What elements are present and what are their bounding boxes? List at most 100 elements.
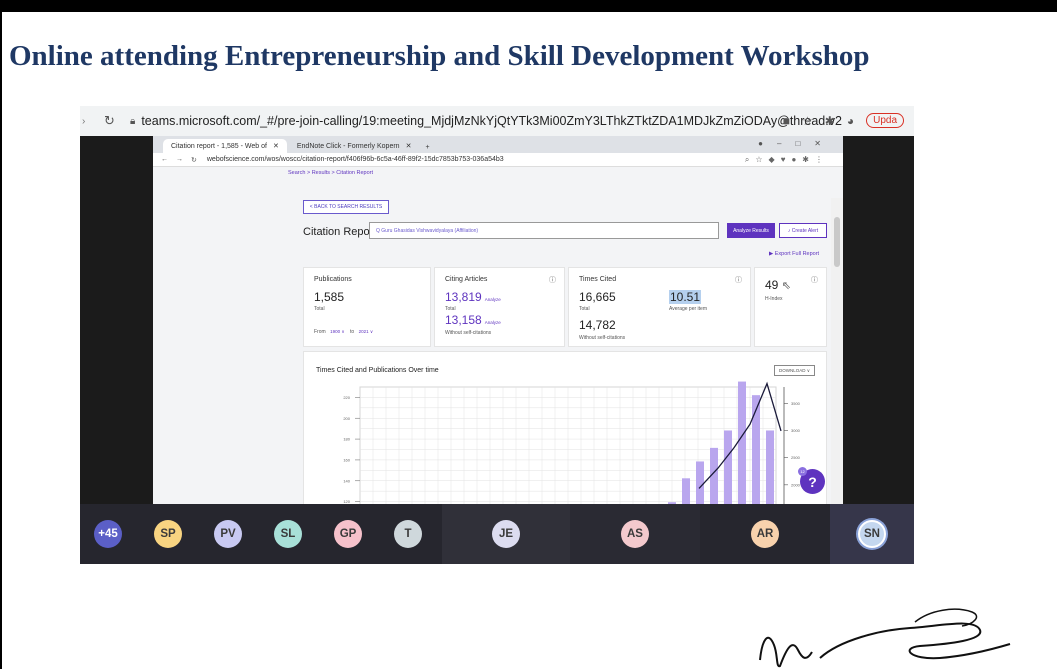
participant-tile: SN: [830, 504, 914, 564]
page-title: Citation Report: [303, 226, 377, 238]
extension-icon[interactable]: ◕: [847, 114, 854, 128]
h-index-number: 49: [765, 278, 779, 292]
citing-articles-label: Citing Articles: [445, 276, 488, 283]
inner-extension-icons[interactable]: ⌕☆◆♥●✱⋮: [745, 155, 829, 165]
update-button[interactable]: Upda: [866, 113, 904, 128]
participant-tile: AS: [570, 504, 700, 564]
to-year-select[interactable]: 2021 ∨: [359, 329, 374, 334]
y-left-tick-label: 160: [343, 457, 350, 462]
y-left-tick-label: 200: [343, 416, 350, 421]
times-cited-without-self-value: 14,782: [579, 318, 616, 332]
tab-endnote-click[interactable]: EndNote Click - Formerly Kopern ✕: [289, 139, 420, 153]
citing-without-self-sub: Without self-citations: [445, 330, 492, 336]
shared-screen: Citation report - 1,585 - Web of ✕ EndNot…: [153, 136, 843, 504]
forward-arrow-icon[interactable]: →: [176, 156, 183, 163]
h-index-card: 49 ⇖ H-Index ⓘ: [754, 267, 827, 347]
times-cited-card: Times Cited ⓘ 16,665 Total 10.51 Average…: [568, 267, 751, 347]
info-icon[interactable]: ⓘ: [735, 275, 742, 285]
camera-icon[interactable]: ■: [783, 114, 790, 128]
publications-label: Publications: [314, 276, 352, 283]
slide-left-border: [0, 12, 2, 669]
average-value: 10.51: [669, 290, 702, 304]
citation-report-page: Search > Results > Citation Report < BAC…: [153, 167, 843, 504]
meeting-screenshot: › ↻ 🔒︎ teams.microsoft.com/_#/pre-join-c…: [80, 106, 914, 564]
tab-citation-report[interactable]: Citation report - 1,585 - Web of ✕: [163, 139, 287, 153]
analyze-link[interactable]: Analyze: [485, 320, 501, 325]
slide-title: Online attending Entrepreneurship and Sk…: [9, 40, 870, 72]
close-icon[interactable]: ✕: [406, 143, 412, 150]
analyze-link[interactable]: Analyze: [485, 297, 501, 302]
participant-avatar[interactable]: JE: [492, 520, 520, 548]
y-right-tick-label: 3000: [791, 428, 801, 433]
reload-icon[interactable]: ↻: [191, 156, 197, 164]
participant-avatar[interactable]: SN: [858, 520, 886, 548]
help-badge: 12: [798, 467, 807, 476]
bar: [766, 430, 774, 504]
y-left-tick-label: 220: [343, 395, 350, 400]
year-range: From 1900 ∨ to 2021 ∨: [314, 329, 373, 335]
cursor-icon: ⇖: [781, 280, 791, 292]
citing-without-self-value[interactable]: 13,158 Analyze: [445, 313, 501, 327]
from-label: From: [314, 329, 326, 335]
participant-avatar[interactable]: SL: [274, 520, 302, 548]
breadcrumb[interactable]: Search > Results > Citation Report: [288, 170, 373, 176]
participant-avatar[interactable]: SP: [154, 520, 182, 548]
participant-avatar[interactable]: AR: [751, 520, 779, 548]
times-cited-without-self-sub: Without self-citations: [579, 335, 626, 341]
search-input[interactable]: Q Guru Ghasidas Vishwavidyalaya (Affilia…: [369, 222, 719, 239]
inner-tab-strip: Citation report - 1,585 - Web of ✕ EndNot…: [153, 136, 843, 153]
close-icon[interactable]: ✕: [273, 143, 279, 150]
participant-strip: +45 SP PV SL GP T JE AS AR SN: [80, 504, 914, 564]
from-year-select[interactable]: 1900 ∨: [330, 329, 345, 334]
y-right-tick-label: 2500: [791, 455, 801, 460]
participant-avatar[interactable]: +45: [94, 520, 122, 548]
outer-url[interactable]: teams.microsoft.com/_#/pre-join-calling/…: [141, 114, 842, 128]
slide-top-border: [0, 0, 1057, 12]
participant-avatar[interactable]: GP: [334, 520, 362, 548]
average-per-item-sub: Average per item: [669, 306, 707, 312]
reload-icon[interactable]: ↻: [104, 113, 122, 129]
publications-sub: Total: [314, 306, 325, 312]
participant-avatar[interactable]: AS: [621, 520, 649, 548]
times-cited-chart: 1201401601802002202000250030003500: [343, 381, 801, 504]
times-cited-chart-card: Times Cited and Publications Over time D…: [303, 351, 827, 504]
bar: [696, 461, 704, 504]
create-alert-button[interactable]: ♪ Create Alert: [779, 223, 827, 238]
lock-icon: 🔒︎: [130, 115, 136, 127]
participant-avatar[interactable]: T: [394, 520, 422, 548]
tab-label: Citation report - 1,585 - Web of: [171, 143, 267, 150]
times-cited-label: Times Cited: [579, 276, 617, 283]
back-to-results-button[interactable]: < BACK TO SEARCH RESULTS: [303, 200, 389, 214]
inner-address-bar: ← → ↻ webofscience.com/wos/woscc/citatio…: [153, 153, 843, 167]
back-arrow-icon[interactable]: ←: [161, 156, 168, 163]
tab-label: EndNote Click - Formerly Kopern: [296, 143, 400, 150]
analyze-results-button[interactable]: Analyze Results: [727, 223, 775, 238]
participant-tile: JE: [442, 504, 570, 564]
window-controls[interactable]: ●–□✕: [758, 139, 835, 148]
bar: [682, 478, 690, 504]
export-full-report-link[interactable]: ▶ Export Full Report: [769, 251, 819, 257]
h-index-value: 49 ⇖: [765, 278, 791, 292]
new-tab-icon[interactable]: +: [425, 144, 429, 153]
inner-url[interactable]: webofscience.com/wos/woscc/citation-repo…: [207, 156, 504, 163]
citing-without-self: 13,158: [445, 313, 482, 327]
participant-avatar[interactable]: PV: [214, 520, 242, 548]
citing-articles-sub: Total: [445, 306, 456, 312]
forward-arrow-icon[interactable]: ›: [82, 116, 94, 127]
outer-browser-bar: › ↻ 🔒︎ teams.microsoft.com/_#/pre-join-c…: [80, 106, 914, 136]
times-cited-value: 16,665: [579, 290, 616, 304]
info-icon[interactable]: ⓘ: [811, 275, 818, 285]
average-per-item-value: 10.51: [669, 290, 702, 304]
citing-articles-value[interactable]: 13,819 Analyze: [445, 290, 501, 304]
star-icon[interactable]: ☆: [802, 114, 813, 128]
bar: [738, 381, 746, 504]
y-left-tick-label: 140: [343, 478, 350, 483]
participant-tile: AR: [700, 504, 830, 564]
info-icon[interactable]: ⓘ: [549, 275, 556, 285]
scrollbar-thumb[interactable]: [834, 217, 840, 267]
puzzle-icon[interactable]: ✱: [825, 114, 835, 128]
y-left-tick-label: 180: [343, 437, 350, 442]
citing-total: 13,819: [445, 290, 482, 304]
times-cited-sub: Total: [579, 306, 590, 312]
bar: [724, 430, 732, 504]
